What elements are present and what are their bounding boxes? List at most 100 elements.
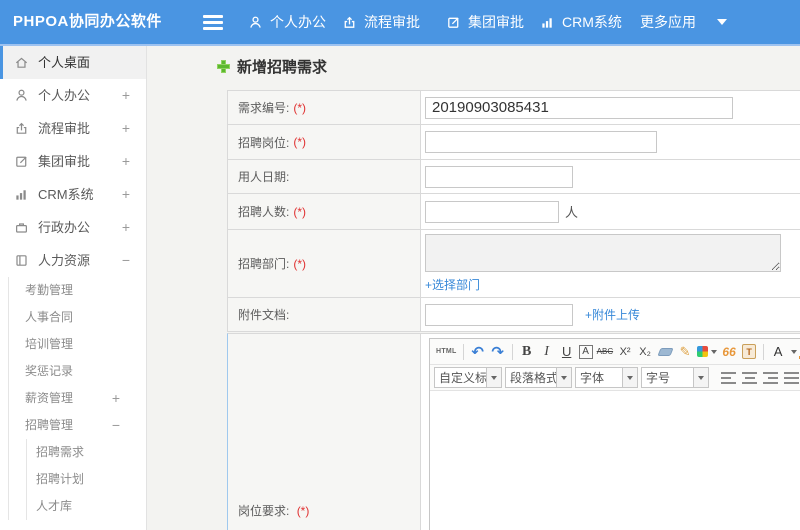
eraser-icon[interactable]: [656, 342, 674, 362]
caret-down-icon: [717, 19, 727, 25]
font-color-button[interactable]: A: [770, 342, 786, 362]
underline-button[interactable]: U: [559, 342, 575, 362]
sidebar-item-recruitment-plan[interactable]: 招聘计划: [27, 466, 146, 493]
expand-plus-icon[interactable]: +: [122, 145, 130, 178]
field-label: 需求编号:: [238, 101, 290, 115]
required-mark: (*): [296, 504, 310, 518]
custom-heading-dropdown[interactable]: 自定义标题: [434, 367, 502, 388]
topnav-crm-system[interactable]: CRM系统: [540, 0, 622, 44]
topnav-personal-office[interactable]: 个人办公: [248, 0, 326, 44]
briefcase-icon: [14, 214, 29, 233]
sidebar-item-label: 招聘管理: [25, 418, 74, 432]
sidebar-item-recruitment[interactable]: 招聘管理 −: [9, 412, 146, 439]
sidebar-item-talent-pool[interactable]: 人才库: [27, 493, 146, 520]
form-row-hire-date: 用人日期:: [228, 160, 800, 194]
expand-plus-icon[interactable]: +: [122, 211, 130, 244]
topnav-more-apps[interactable]: 更多应用: [640, 0, 727, 44]
topnav-label: 更多应用: [640, 14, 696, 30]
chart-icon: [14, 181, 29, 200]
unit-label: 人: [565, 205, 579, 220]
position-input[interactable]: [425, 131, 657, 153]
sidebar-item-group-approval[interactable]: 集团审批 +: [0, 145, 146, 178]
subscript-button[interactable]: X₂: [637, 342, 653, 362]
sidebar-item-salary[interactable]: 薪资管理 +: [9, 385, 146, 412]
demand-number-input[interactable]: [425, 96, 733, 119]
align-center-icon[interactable]: [742, 371, 757, 384]
hire-date-input[interactable]: [425, 165, 573, 188]
align-left-icon[interactable]: [721, 371, 736, 384]
collapse-minus-icon[interactable]: −: [122, 244, 130, 277]
menu-toggle-icon[interactable]: [203, 15, 223, 33]
editor-content-area[interactable]: [430, 391, 800, 530]
department-textarea[interactable]: [425, 234, 781, 272]
sidebar-item-administration[interactable]: 行政办公 +: [0, 211, 146, 244]
topnav-label: CRM系统: [562, 14, 622, 30]
sidebar-item-human-resources[interactable]: 人力资源 −: [0, 244, 146, 277]
topnav-group-approval[interactable]: 集团审批: [446, 0, 524, 44]
topbar: PHPOA协同办公软件 个人办公 流程审批 集团审批 CRM系统 更多应用: [0, 0, 800, 46]
align-right-icon[interactable]: [763, 371, 778, 384]
paste-as-text-icon[interactable]: T: [741, 342, 757, 362]
sidebar-item-hr-contract[interactable]: 人事合同: [9, 304, 146, 331]
sidebar-item-training[interactable]: 培训管理: [9, 331, 146, 358]
home-icon: [14, 49, 29, 68]
expand-plus-icon[interactable]: +: [122, 112, 130, 145]
undo-icon[interactable]: ↶: [470, 342, 486, 362]
redo-icon[interactable]: ↷: [490, 342, 506, 362]
sidebar-item-personal-desktop[interactable]: 个人桌面: [0, 46, 146, 79]
font-border-button[interactable]: A: [578, 344, 593, 359]
caret-down-icon: [486, 368, 501, 387]
field-label: 招聘岗位:: [238, 135, 290, 150]
field-label: 用人日期:: [238, 170, 290, 184]
topnav-label: 个人办公: [270, 14, 326, 30]
sidebar-item-label: 人才库: [36, 499, 73, 513]
required-mark: (*): [293, 135, 307, 149]
caret-down-icon: [622, 368, 637, 387]
sidebar-item-workflow-approval[interactable]: 流程审批 +: [0, 112, 146, 145]
topnav-workflow-approval[interactable]: 流程审批: [342, 0, 420, 44]
attachment-input[interactable]: [425, 303, 573, 326]
editor-toolbar-row2: 自定义标题 段落格式 字体 字号: [430, 365, 800, 391]
field-label: 招聘部门:: [238, 257, 290, 271]
select-department-link[interactable]: +选择部门: [425, 276, 480, 293]
sidebar-item-label: 集团审批: [38, 154, 91, 169]
app-logo[interactable]: PHPOA协同办公软件: [13, 0, 162, 44]
sidebar-item-recruitment-demand[interactable]: 招聘需求: [27, 439, 146, 466]
sidebar-item-label: 奖惩记录: [25, 364, 74, 378]
sidebar-item-personal-office[interactable]: 个人办公 +: [0, 79, 146, 112]
sidebar-item-label: 人事合同: [25, 310, 74, 324]
source-code-button[interactable]: HTML: [436, 342, 457, 362]
align-justify-icon[interactable]: [784, 371, 799, 384]
color-palette-icon[interactable]: [697, 342, 718, 362]
collapse-minus-icon[interactable]: −: [112, 412, 120, 439]
sidebar-item-label: 流程审批: [38, 121, 91, 136]
format-brush-icon[interactable]: ✎: [677, 342, 693, 362]
headcount-input[interactable]: [425, 200, 559, 223]
font-size-dropdown[interactable]: 字号: [641, 367, 709, 388]
upload-attachment-link[interactable]: +附件上传: [585, 306, 640, 323]
main-content: 新增招聘需求 需求编号: (*) 招聘岗位: (*) 用人日期: 招聘人数: (…: [148, 48, 800, 530]
superscript-button[interactable]: X²: [617, 342, 633, 362]
rich-text-editor: HTML ↶ ↷ B I U A ABC X² X₂ ✎ 66 T A 自定义标…: [429, 338, 800, 530]
sidebar-item-label: 招聘需求: [36, 445, 85, 459]
blockquote-button[interactable]: 66: [721, 342, 737, 362]
font-family-dropdown[interactable]: 字体: [575, 367, 638, 388]
expand-plus-icon[interactable]: +: [112, 385, 120, 412]
strikethrough-button[interactable]: ABC: [597, 342, 613, 362]
field-label: 招聘人数:: [238, 205, 290, 219]
sidebar-item-crm-system[interactable]: CRM系统 +: [0, 178, 146, 211]
expand-plus-icon[interactable]: +: [122, 79, 130, 112]
sidebar-submenu-hr: 考勤管理 人事合同 培训管理 奖惩记录 薪资管理 + 招聘管理 − 招聘需求 招…: [8, 277, 146, 520]
paragraph-format-dropdown[interactable]: 段落格式: [505, 367, 572, 388]
sidebar-item-attendance[interactable]: 考勤管理: [9, 277, 146, 304]
caret-down-icon: [693, 368, 708, 387]
person-icon: [248, 15, 263, 30]
bold-button[interactable]: B: [519, 342, 535, 362]
italic-button[interactable]: I: [539, 342, 555, 362]
sidebar-item-rewards[interactable]: 奖惩记录: [9, 358, 146, 385]
form-row-demand-no: 需求编号: (*): [228, 91, 800, 125]
topnav-label: 流程审批: [364, 14, 420, 30]
sidebar-item-label: 考勤管理: [25, 283, 74, 297]
expand-plus-icon[interactable]: +: [122, 178, 130, 211]
caret-down-icon: [556, 368, 571, 387]
